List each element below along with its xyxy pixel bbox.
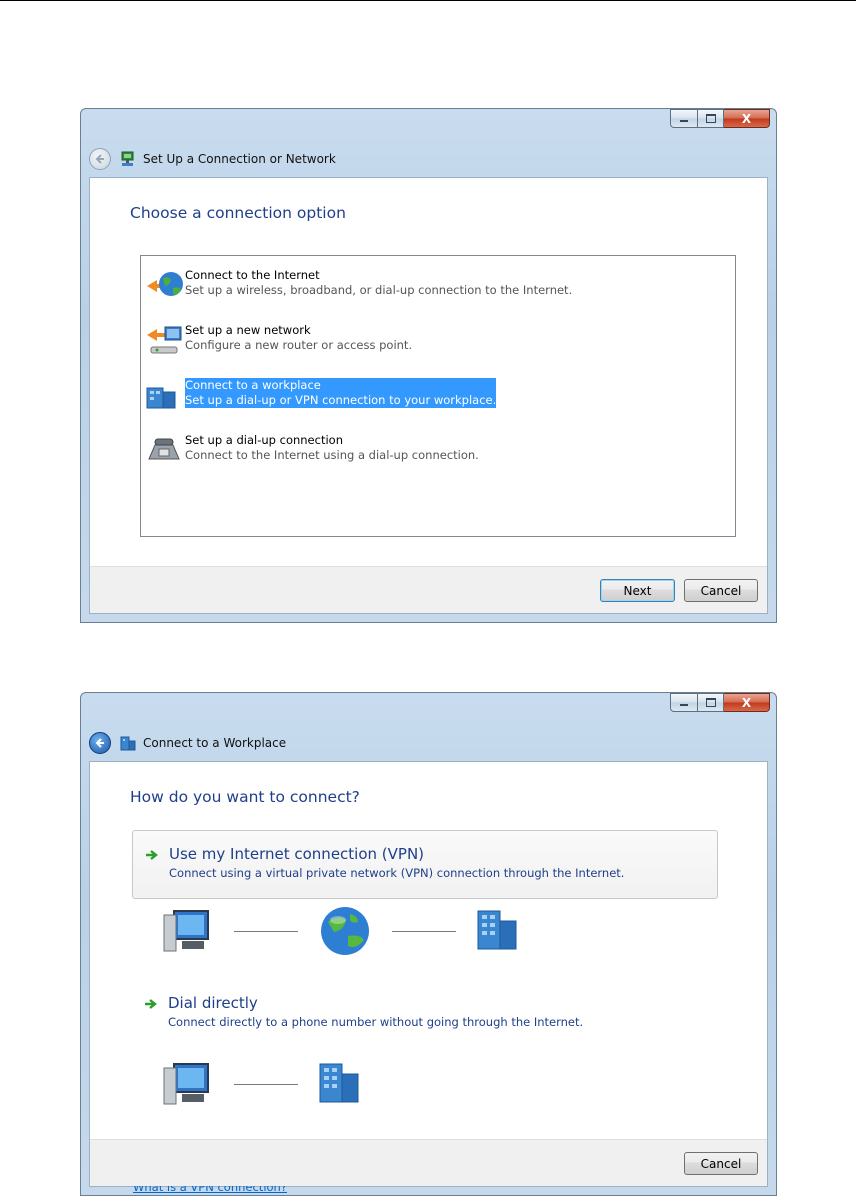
dialog-footer: Next Cancel	[90, 566, 767, 613]
option-new-network[interactable]: Set up a new network Configure a new rou…	[145, 323, 412, 363]
option-connect-workplace[interactable]: Connect to a workplace Set up a dial-up …	[145, 378, 497, 418]
minimize-icon	[680, 120, 688, 122]
next-button[interactable]: Next	[600, 579, 675, 602]
window-content: Choose a connection option Connect to th…	[89, 177, 768, 614]
network-setup-icon	[121, 151, 134, 166]
window-content: How do you want to connect? Use my Inter…	[89, 761, 768, 1194]
option-text: Connect to the Internet Set up a wireles…	[185, 268, 572, 298]
vpn-option-title: Use my Internet connection (VPN)	[169, 845, 425, 863]
back-button[interactable]	[89, 148, 111, 170]
option-text: Connect to a workplace Set up a dial-up …	[185, 378, 497, 408]
workplace-building-icon	[319, 1063, 359, 1103]
connection-options-list[interactable]: Connect to the Internet Set up a wireles…	[140, 255, 736, 537]
window-titlebar: Set Up a Connection or Network	[89, 146, 336, 172]
back-arrow-icon	[95, 154, 104, 164]
workplace-building-icon	[477, 910, 517, 950]
green-arrow-icon	[146, 850, 158, 860]
maximize-icon	[705, 698, 716, 707]
computer-icon	[163, 910, 209, 952]
back-arrow-icon	[95, 738, 104, 748]
dial-option-description: Connect directly to a phone number witho…	[168, 1015, 584, 1029]
page-top-rule	[0, 0, 856, 1]
vpn-option[interactable]: Use my Internet connection (VPN) Connect…	[132, 830, 718, 899]
caption-buttons: X	[670, 109, 770, 128]
dial-diagram	[160, 1058, 362, 1110]
connection-line	[234, 1083, 298, 1085]
connection-line	[234, 930, 298, 932]
dial-directly-option[interactable]: Dial directly Connect directly to a phon…	[132, 980, 718, 1040]
router-icon	[147, 326, 182, 354]
dial-option-title: Dial directly	[168, 994, 258, 1012]
minimize-button[interactable]	[670, 109, 698, 128]
page-heading: How do you want to connect?	[130, 788, 360, 806]
computer-icon	[163, 1063, 209, 1105]
option-title: Connect to the Internet	[185, 268, 320, 282]
window-titlebar: Connect to a Workplace	[89, 730, 286, 756]
option-dial-up[interactable]: Set up a dial-up connection Connect to t…	[145, 433, 479, 473]
window-title: Set Up a Connection or Network	[143, 152, 336, 166]
page-heading: Choose a connection option	[130, 204, 346, 222]
maximize-button[interactable]	[698, 109, 724, 128]
option-description: Set up a dial-up or VPN connection to yo…	[185, 393, 497, 407]
setup-connection-window: X Set Up a Connection or Network Choose …	[80, 108, 777, 623]
vpn-option-description: Connect using a virtual private network …	[169, 866, 625, 880]
window-title: Connect to a Workplace	[143, 736, 287, 750]
green-arrow-icon	[145, 999, 157, 1009]
dialog-footer: Cancel	[90, 1139, 767, 1186]
close-button[interactable]: X	[724, 109, 770, 128]
workplace-title-icon	[120, 736, 136, 751]
maximize-icon	[705, 114, 716, 123]
option-description: Configure a new router or access point.	[185, 338, 413, 352]
internet-globe-icon	[321, 907, 369, 955]
vpn-diagram	[160, 904, 520, 958]
workplace-icon	[146, 387, 176, 409]
minimize-icon	[680, 704, 688, 706]
option-text: Set up a dial-up connection Connect to t…	[185, 433, 479, 463]
option-title: Set up a new network	[185, 323, 311, 337]
option-connect-internet[interactable]: Connect to the Internet Set up a wireles…	[145, 268, 572, 308]
close-icon: X	[741, 695, 752, 710]
connection-line	[392, 930, 456, 932]
option-description: Connect to the Internet using a dial-up …	[185, 448, 479, 462]
phone-icon	[148, 438, 180, 460]
maximize-button[interactable]	[698, 693, 724, 712]
option-title: Connect to a workplace	[185, 378, 321, 392]
option-description: Set up a wireless, broadband, or dial-up…	[185, 283, 573, 297]
caption-buttons: X	[670, 693, 770, 712]
cancel-button[interactable]: Cancel	[684, 1152, 758, 1175]
option-title: Set up a dial-up connection	[185, 433, 343, 447]
cancel-button[interactable]: Cancel	[684, 579, 758, 602]
back-button[interactable]	[89, 732, 111, 754]
close-button[interactable]: X	[724, 693, 770, 712]
option-text: Set up a new network Configure a new rou…	[185, 323, 412, 353]
globe-icon	[147, 272, 183, 296]
close-icon: X	[741, 111, 752, 126]
connect-workplace-window: X Connect to a Workplace How do you want…	[80, 692, 777, 1196]
minimize-button[interactable]	[670, 693, 698, 712]
